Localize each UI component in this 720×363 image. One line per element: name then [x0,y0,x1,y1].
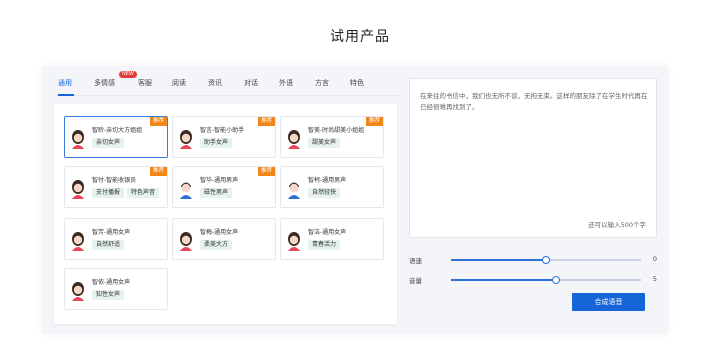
female-avatar-icon [180,232,192,251]
speed-slider-fill [451,259,546,261]
male-avatar-icon [288,182,300,199]
voice-card[interactable]: 智言-智能小助手 助手女声 推荐 [172,116,276,158]
voice-card[interactable]: 智柯-通用男声 自然轻快 [280,166,384,208]
voice-name: 智柯-通用男声 [308,177,347,184]
char-count-hint: 还可以输入500个字 [588,221,646,229]
tab-general[interactable]: 通用 [58,78,72,88]
voice-name: 智芳-通用女声 [92,229,131,236]
voice-tag: 亲切女声 [92,138,125,148]
female-avatar-icon [288,232,300,251]
voice-tag: 知性女声 [92,290,125,300]
speed-slider-row: 语速 0 [409,254,657,266]
voice-name: 智依-通用女声 [92,279,131,286]
voice-name: 智梅-通用女声 [200,229,239,236]
volume-value: 5 [652,275,657,283]
voice-name: 智华-通用男声 [200,177,239,184]
text-input-area[interactable]: 在来往的书信中，我们也无所不谈，无拘无束。这样的朋友除了在学生时代再在已经很难再… [409,78,657,238]
volume-slider-fill [451,279,556,281]
voice-name: 智聆-亲切大方姐姐 [92,127,143,134]
page-title: 试用产品 [330,29,390,45]
tab-news[interactable]: 资讯 [208,78,222,88]
female-avatar-icon [72,130,84,149]
tab-special[interactable]: 特色 [350,78,364,88]
recommend-badge: 推荐 [257,167,275,176]
voice-card[interactable]: 智梅-通用女声 柔美大方 [172,218,276,260]
tab-customer-service[interactable]: 客服 [138,78,152,88]
tab-dialogue[interactable]: 对话 [244,78,258,88]
voice-card[interactable]: 智美-时尚甜美小姐姐 甜美女声 推荐 [280,116,384,158]
voice-card[interactable]: 智付-智能收银员 支付播报 特色声音 推荐 [64,166,168,208]
voice-name: 智美-时尚甜美小姐姐 [308,127,365,134]
voice-tag: 助手女声 [200,138,233,148]
voice-card[interactable]: 智依-通用女声 知性女声 [64,268,168,310]
synthesize-button[interactable]: 合成语音 [572,293,645,311]
voice-tag: 特色声音 [127,188,160,198]
volume-label: 音量 [409,277,422,285]
volume-slider-track[interactable] [451,276,641,284]
recommend-badge: 推荐 [149,167,167,176]
voice-category-tabs: 通用 多情感 NEW 客服 阅读 资讯 对话 外语 方言 特色 [54,71,399,96]
voice-tag: 青春活力 [308,240,341,250]
volume-slider-handle[interactable] [551,276,560,284]
speed-slider-handle[interactable] [542,256,550,264]
voice-list: 智聆-亲切大方姐姐 亲切女声 推荐 智言-智能小助手 助手女声 推荐 智美-时尚… [54,104,397,324]
voice-name: 智言-智能小助手 [200,127,245,134]
active-tab-indicator [58,94,74,96]
voice-name: 智付-智能收银员 [92,177,137,184]
voice-tag: 磁性男声 [200,188,233,198]
recommend-badge: 推荐 [257,117,275,126]
voice-card[interactable]: 智华-通用男声 磁性男声 推荐 [172,166,276,208]
voice-card[interactable]: 智聆-亲切大方姐姐 亲切女声 推荐 [64,116,168,158]
voice-name: 智洁-通用女声 [308,229,347,236]
tab-reading[interactable]: 阅读 [172,78,186,88]
tab-emotion[interactable]: 多情感 [94,78,115,88]
female-avatar-icon [72,232,84,251]
text-content[interactable]: 在来往的书信中，我们也无所不谈，无拘无束。这样的朋友除了在学生时代再在已经很难再… [420,91,648,113]
female-avatar-icon [288,130,300,149]
new-badge: NEW [119,71,137,78]
tab-dialect[interactable]: 方言 [315,78,329,88]
voice-card[interactable]: 智芳-通用女声 自然舒适 [64,218,168,260]
voice-tag: 甜美女声 [308,138,341,148]
recommend-badge: 推荐 [149,117,167,126]
voice-tag: 自然轻快 [308,188,341,198]
tab-foreign-language[interactable]: 外语 [279,78,293,88]
voice-tag: 柔美大方 [200,240,233,250]
male-avatar-icon [180,182,192,199]
female-avatar-icon [72,282,84,301]
voice-tag: 支付播报 [92,188,125,198]
speed-value: 0 [652,255,657,263]
product-trial-panel: 通用 多情感 NEW 客服 阅读 资讯 对话 外语 方言 特色 智聆-亲切大方姐… [42,66,668,334]
volume-slider-row: 音量 5 [409,274,657,286]
speed-label: 语速 [409,257,422,265]
voice-card[interactable]: 智洁-通用女声 青春活力 [280,218,384,260]
recommend-badge: 推荐 [365,117,383,126]
speed-slider-track[interactable] [451,256,641,264]
female-avatar-icon [180,130,192,149]
voice-tag: 自然舒适 [92,240,125,250]
female-avatar-icon [72,180,84,199]
